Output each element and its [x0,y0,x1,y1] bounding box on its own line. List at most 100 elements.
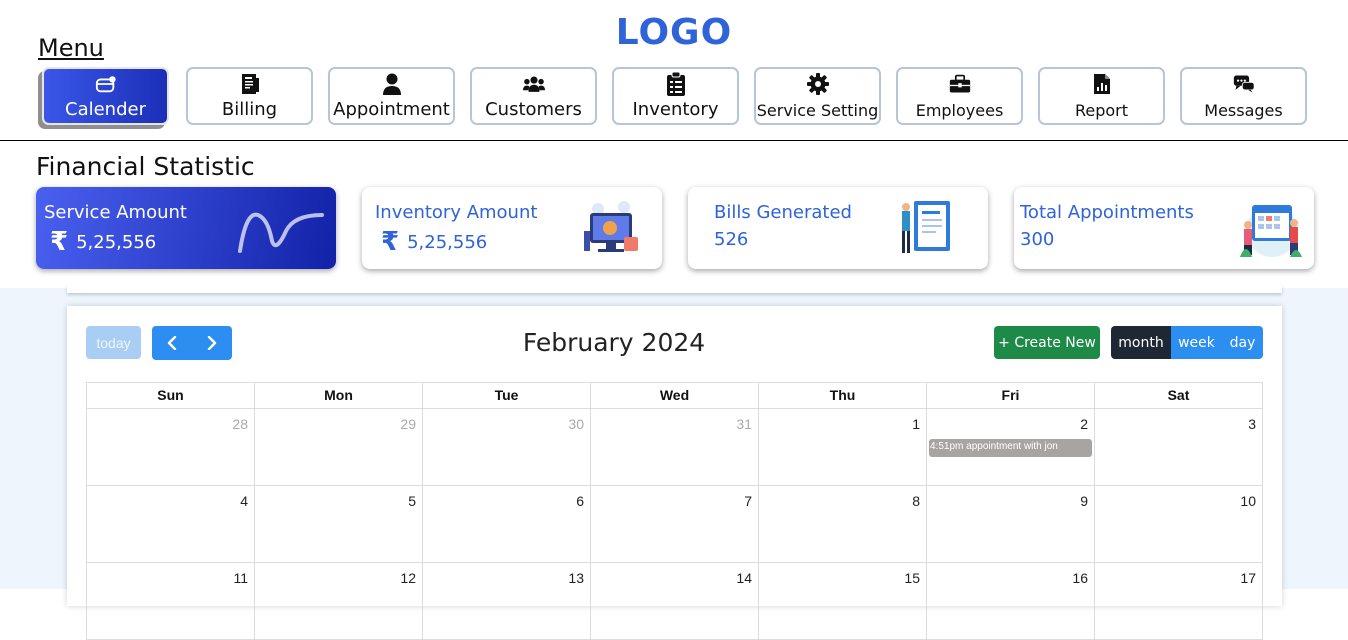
clipboard-icon [665,72,687,96]
day-cell[interactable]: 5 [255,486,423,563]
week-row: 11 12 13 14 15 16 17 [87,563,1263,640]
nav-appointment-button[interactable]: Appointment [328,67,455,125]
day-cell[interactable]: 15 [759,563,927,640]
bills-illustration-icon [902,201,950,253]
weekday-label: Sun [87,383,255,409]
calendar-icon [95,73,117,95]
users-icon [522,73,545,95]
nav-label: Customers [485,99,582,120]
day-cell[interactable]: 10 [1095,486,1263,563]
inventory-illustration-icon [584,201,638,252]
day-number: 31 [736,416,752,432]
nav-calender-button[interactable]: Calender [42,67,169,125]
nav-service-setting-button[interactable]: Service Setting [754,67,881,125]
weekday-label: Wed [591,383,759,409]
panel-strip [67,285,1282,293]
card-title: Total Appointments [1020,202,1194,223]
card-value-text: 5,25,556 [407,231,488,253]
weekday-label: Mon [255,383,423,409]
week-row: 4 5 6 7 8 9 10 [87,486,1263,563]
day-number: 13 [568,570,584,586]
appointments-illustration-icon [1240,205,1302,257]
day-number: 9 [1080,493,1088,509]
day-number: 6 [576,493,584,509]
wave-graphic-icon [238,212,324,253]
nav-report-button[interactable]: Report [1038,67,1165,125]
service-amount-card[interactable]: Service Amount ₹ 5,25,556 [36,187,336,269]
day-cell[interactable]: 16 [927,563,1095,640]
day-cell[interactable]: 17 [1095,563,1263,640]
rupee-icon: ₹ [50,227,69,257]
view-day-button[interactable]: day [1222,326,1263,359]
day-cell[interactable]: 13 [423,563,591,640]
gear-icon [806,73,829,95]
financial-statistic-title: Financial Statistic [36,152,255,181]
day-cell[interactable]: 14 [591,563,759,640]
user-icon [381,73,403,95]
nav-label: Report [1074,101,1129,120]
nav-label: Service Setting [756,101,879,120]
weekday-label: Fri [927,383,1095,409]
day-cell[interactable]: 12 [255,563,423,640]
day-number: 5 [408,493,416,509]
day-cell[interactable]: 1 [759,409,927,486]
nav-messages-button[interactable]: Messages [1180,67,1307,125]
nav-label: Billing [221,99,278,120]
day-number: 8 [912,493,920,509]
day-number: 1 [912,416,920,432]
day-cell[interactable]: 4 [87,486,255,563]
logo[interactable]: LOGO [0,12,1348,53]
day-number: 3 [1248,416,1256,432]
day-cell[interactable]: 30 [423,409,591,486]
day-number: 12 [400,570,416,586]
nav-billing-button[interactable]: Billing [186,67,313,125]
day-cell[interactable]: 11 [87,563,255,640]
nav-inventory-button[interactable]: Inventory [612,67,739,125]
card-title: Inventory Amount [375,202,538,223]
card-value-text: 526 [714,229,749,250]
week-row: 28 29 30 31 1 2 4:51pm appointment with … [87,409,1263,486]
day-number: 11 [233,570,248,586]
view-month-button[interactable]: month [1111,326,1171,359]
day-number: 7 [744,493,752,509]
day-cell[interactable]: 9 [927,486,1095,563]
bill-icon [239,73,261,95]
card-title: Bills Generated [714,202,852,223]
calendar-event[interactable]: 4:51pm appointment with jon [929,439,1092,457]
view-week-button[interactable]: week [1171,326,1222,359]
report-icon [1091,73,1113,95]
total-appointments-card[interactable]: Total Appointments 300 [1014,187,1314,269]
weekday-label: Thu [759,383,927,409]
day-cell[interactable]: 7 [591,486,759,563]
nav-employees-button[interactable]: Employees [896,67,1023,125]
nav-label: Appointment [333,99,450,120]
view-toggle-group: month week day [1111,326,1263,359]
day-number: 4 [240,493,248,509]
nav-customers-button[interactable]: Customers [470,67,597,125]
card-value-text: 300 [1020,229,1055,250]
day-cell[interactable]: 6 [423,486,591,563]
day-cell[interactable]: 28 [87,409,255,486]
bills-generated-card[interactable]: Bills Generated 526 [688,187,988,269]
briefcase-icon [949,73,971,95]
messages-icon [1233,73,1255,95]
create-new-button[interactable]: + Create New [994,326,1100,359]
nav-label: Calender [65,99,146,120]
inventory-amount-card[interactable]: Inventory Amount ₹ 5,25,556 [362,187,662,269]
day-number: 29 [400,416,416,432]
weekday-header: Sun Mon Tue Wed Thu Fri Sat [87,383,1263,409]
nav-label: Employees [915,101,1004,120]
weekday-label: Sat [1095,383,1263,409]
card-value: 526 [714,229,748,250]
card-value-text: 5,25,556 [76,231,157,253]
day-cell[interactable]: 8 [759,486,927,563]
day-number: 14 [736,570,752,586]
weekday-label: Tue [423,383,591,409]
day-number: 15 [904,570,920,586]
day-cell[interactable]: 3 [1095,409,1263,486]
day-cell[interactable]: 29 [255,409,423,486]
day-cell[interactable]: 31 [591,409,759,486]
rupee-icon: ₹ [381,227,400,257]
card-value: ₹ 5,25,556 [381,229,487,255]
day-cell[interactable]: 2 4:51pm appointment with jon [927,409,1095,486]
